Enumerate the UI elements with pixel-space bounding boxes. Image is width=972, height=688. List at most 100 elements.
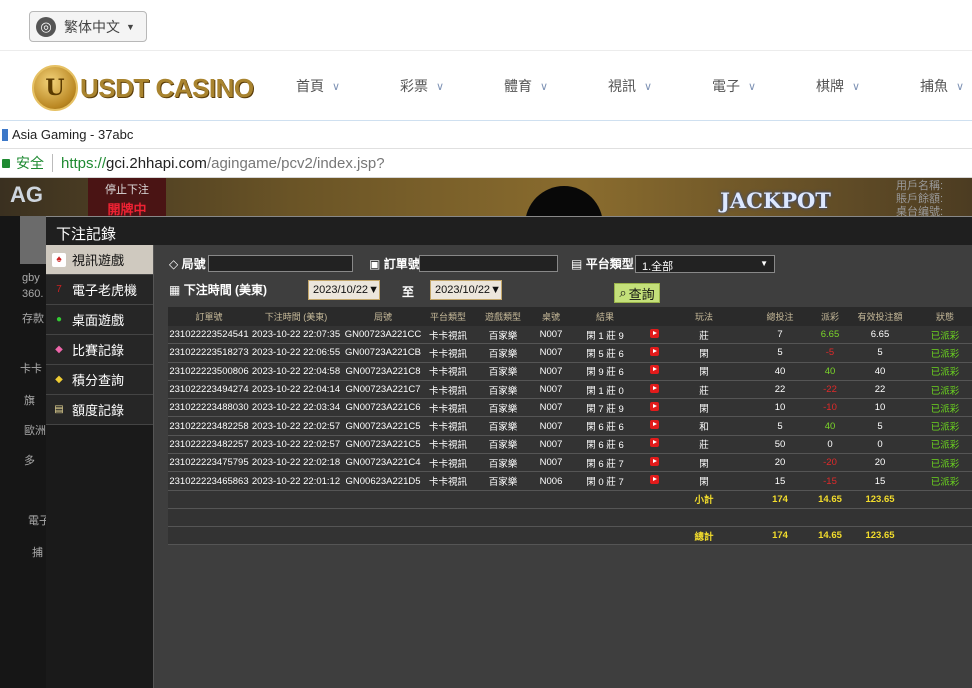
date-from-picker[interactable]: 2023/10/22▼ bbox=[308, 280, 380, 300]
subtotal-label: 小計 bbox=[694, 495, 714, 507]
cell-result: 閑 6 莊 6 bbox=[586, 422, 624, 434]
play-icon bbox=[649, 346, 659, 356]
nav-item-1[interactable]: 彩票 ∨ bbox=[384, 51, 488, 121]
round-input[interactable] bbox=[208, 255, 353, 272]
subtotal-row: 小計 174 14.65 123.65 bbox=[168, 490, 972, 509]
column-header: 狀態 bbox=[935, 312, 954, 322]
ag-logo: AG bbox=[10, 182, 43, 207]
cell-status: 已派彩 bbox=[930, 403, 960, 415]
cell-game: 百家樂 bbox=[488, 403, 518, 415]
search-icon: ⌕ bbox=[619, 285, 627, 300]
cell-play: 和 bbox=[699, 422, 709, 434]
url-text[interactable]: https://gci.2hhapi.com/agingame/pcv2/ind… bbox=[61, 155, 385, 172]
nav-item-3[interactable]: 視訊 ∨ bbox=[592, 51, 696, 121]
nav-item-2[interactable]: 體育 ∨ bbox=[488, 51, 592, 121]
window-titlebar: Asia Gaming - 37abc bbox=[0, 120, 972, 148]
nav-item-6[interactable]: 捕魚 ∨ bbox=[904, 51, 972, 121]
menu-item-2[interactable]: ● 桌面遊戲 bbox=[46, 305, 153, 335]
order-label: ▣ 訂單號 bbox=[369, 257, 420, 271]
left-multi[interactable]: 多 bbox=[24, 452, 35, 468]
order-input[interactable] bbox=[419, 255, 558, 272]
left-deposit[interactable]: 存款 bbox=[22, 310, 44, 326]
cell-time: 2023-10-22 22:03:34 bbox=[251, 402, 341, 414]
date-caret-icon: ▼ bbox=[490, 284, 501, 296]
cell-payout: 40 bbox=[824, 420, 836, 432]
cell-time: 2023-10-22 22:02:57 bbox=[251, 420, 341, 432]
column-header: 派彩 bbox=[820, 312, 839, 322]
table-row: 231022223524541 2023-10-22 22:07:35 GN0072… bbox=[168, 326, 972, 345]
cell-game: 百家樂 bbox=[488, 385, 518, 397]
table-row: 231022223465863 2023-10-22 22:01:12 GN0062… bbox=[168, 472, 972, 491]
cell-table: N007 bbox=[539, 384, 563, 396]
video-replay-button[interactable] bbox=[642, 401, 666, 414]
nav-item-label: 電子 bbox=[712, 78, 740, 94]
nav-item-0[interactable]: 首頁 ∨ bbox=[280, 51, 384, 121]
calendar-icon: ▣ bbox=[369, 257, 381, 271]
cell-platform: 卡卡視訊 bbox=[428, 422, 467, 434]
cell-time: 2023-10-22 22:04:58 bbox=[251, 365, 341, 377]
menu-item-1[interactable]: 7 電子老虎機 bbox=[46, 275, 153, 305]
left-fishing[interactable]: 捕 bbox=[32, 544, 43, 560]
video-replay-button[interactable] bbox=[642, 456, 666, 469]
video-replay-button[interactable] bbox=[642, 383, 666, 396]
language-selector[interactable]: ◎ 繁体中文 ▼ bbox=[29, 11, 147, 42]
table-icon: ▤ bbox=[571, 257, 583, 271]
username-label: 用戶名稱: bbox=[896, 180, 944, 192]
jackpot-banner: JACKPOT bbox=[720, 188, 831, 213]
total-payout: 14.65 bbox=[818, 530, 842, 542]
play-icon bbox=[649, 475, 659, 485]
left-flagship[interactable]: 旗 bbox=[24, 392, 35, 408]
date-to-picker[interactable]: 2023/10/22▼ bbox=[430, 280, 502, 300]
caret-down-icon: ▼ bbox=[126, 21, 135, 32]
cell-bet: 20 bbox=[774, 457, 786, 469]
video-replay-button[interactable] bbox=[642, 420, 666, 432]
table-header: 訂單號 下注時間 (美東) 局號 平台類型 遊戲類型 桌號 結果 玩法 總投注 派彩 有效投注額 狀態 bbox=[168, 307, 972, 326]
cell-time: 2023-10-22 22:06:55 bbox=[251, 347, 341, 359]
cell-valid: 40 bbox=[874, 365, 886, 377]
table-row: 231022223482258 2023-10-22 22:02:57 GN0072… bbox=[168, 417, 972, 436]
cell-play: 莊 bbox=[699, 385, 709, 397]
cell-order: 231022223488030 bbox=[169, 402, 249, 414]
url-protocol: https:// bbox=[61, 154, 107, 172]
video-replay-button[interactable] bbox=[642, 328, 666, 341]
menu-item-5[interactable]: ▤ 額度記錄 bbox=[46, 395, 153, 425]
video-replay-button[interactable] bbox=[642, 346, 666, 359]
cell-platform: 卡卡視訊 bbox=[428, 385, 467, 397]
nav-item-5[interactable]: 棋牌 ∨ bbox=[800, 51, 904, 121]
menu-item-3[interactable]: ◆ 比賽記錄 bbox=[46, 335, 153, 365]
cell-valid: 6.65 bbox=[870, 329, 890, 341]
cell-valid: 10 bbox=[874, 402, 886, 414]
platform-select[interactable]: 1.全部 ▼ bbox=[635, 255, 775, 273]
cell-play: 莊 bbox=[699, 440, 709, 452]
dice-icon: ● bbox=[55, 314, 63, 325]
video-replay-button[interactable] bbox=[642, 438, 666, 450]
cell-time: 2023-10-22 22:02:57 bbox=[251, 438, 341, 450]
video-replay-button[interactable] bbox=[642, 365, 666, 377]
left-europe[interactable]: 歐洲 bbox=[24, 422, 46, 438]
url-path: /agingame/pcv2/index.jsp? bbox=[206, 154, 385, 172]
query-button[interactable]: ⌕ 查詢 bbox=[614, 283, 660, 303]
table-row: 231022223475795 2023-10-22 22:02:18 GN0072… bbox=[168, 454, 972, 473]
address-bar[interactable]: 安全 https://gci.2hhapi.com/agingame/pcv2/… bbox=[0, 148, 972, 178]
left-balance: 360. bbox=[22, 288, 44, 300]
video-replay-button[interactable] bbox=[642, 475, 666, 487]
cell-table: N007 bbox=[539, 329, 563, 341]
column-header: 平台類型 bbox=[429, 312, 466, 322]
cell-platform: 卡卡視訊 bbox=[428, 458, 467, 470]
cell-table: N007 bbox=[539, 347, 563, 359]
url-host: gci.2hhapi.com bbox=[106, 154, 207, 172]
cell-valid: 5 bbox=[877, 420, 883, 432]
column-header: 有效投注額 bbox=[857, 312, 903, 322]
menu-item-0[interactable]: ♠ 視訊遊戲 bbox=[46, 245, 153, 275]
menu-item-4[interactable]: ◆ 積分查詢 bbox=[46, 365, 153, 395]
cell-table: N007 bbox=[539, 457, 563, 469]
select-caret-icon: ▼ bbox=[760, 259, 768, 268]
tag-icon: ◇ bbox=[169, 257, 179, 271]
nav-item-4[interactable]: 電子 ∨ bbox=[696, 51, 800, 121]
left-kaka[interactable]: 卡卡 bbox=[20, 360, 42, 376]
site-logo[interactable]: U USDT CASINO bbox=[32, 65, 254, 111]
window-title: Asia Gaming - 37abc bbox=[12, 127, 134, 142]
slot-machine-icon: 7 bbox=[56, 284, 62, 295]
cell-play: 閑 bbox=[699, 477, 709, 489]
cell-round: GN00723A221C5 bbox=[345, 420, 421, 432]
